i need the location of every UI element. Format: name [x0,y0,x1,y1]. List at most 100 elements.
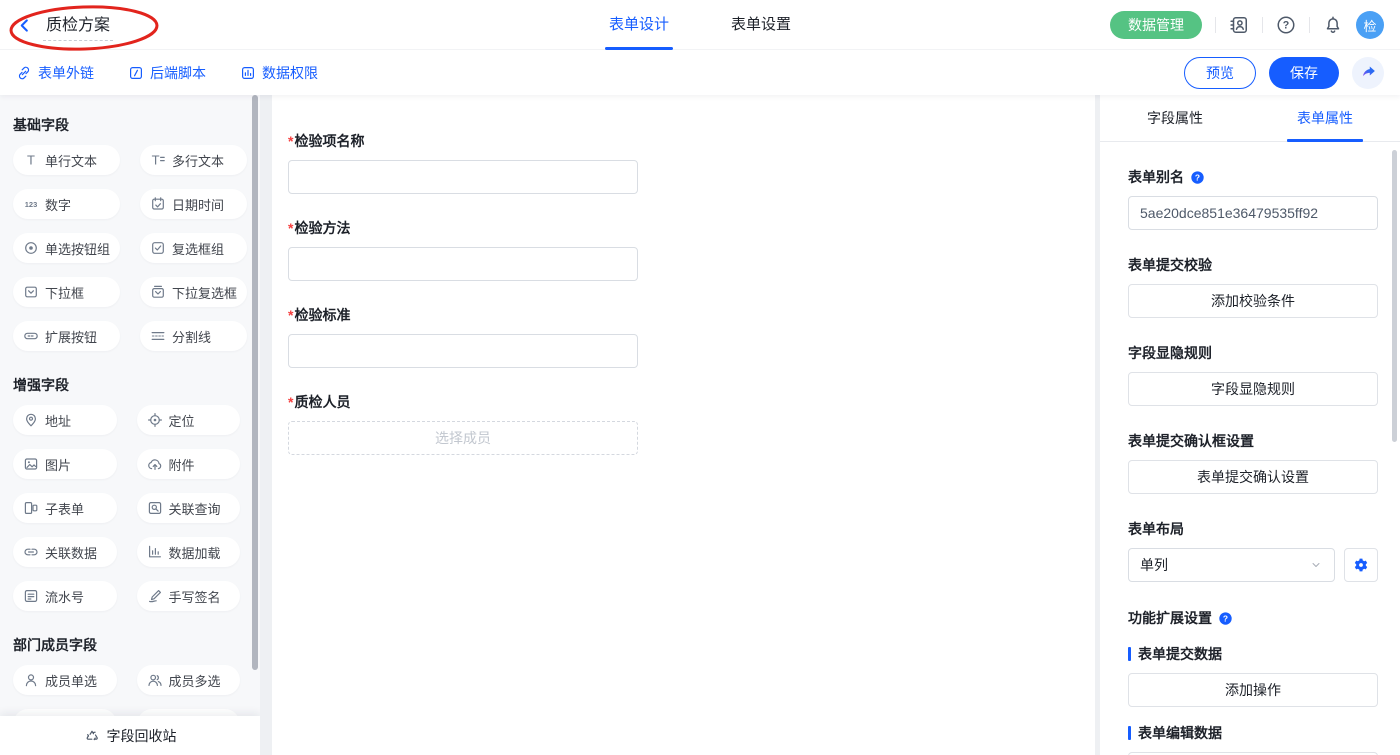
panel-section-button[interactable]: 表单提交确认设置 [1128,460,1378,494]
panel-tab-0[interactable]: 字段属性 [1100,95,1250,141]
field-pill-image[interactable]: 图片 [13,449,117,479]
field-label: *检验项名称 [288,131,638,151]
field-pill-lookup[interactable]: 关联查询 [137,493,241,523]
divider-icon [150,328,166,344]
form-field[interactable]: *检验项名称 [288,131,638,194]
toolbar-link-script[interactable]: 后端脚本 [128,63,206,83]
panel-body: 表单别名? 表单提交校验 添加校验条件字段显隐规则 字段显隐规则表单提交确认框设… [1100,167,1400,755]
palette-section-title: 基础字段 [13,115,240,135]
back-icon[interactable] [16,17,33,34]
lookup-icon [147,500,163,516]
field-pill-select[interactable]: 下拉框 [13,277,120,307]
form-toolbar: 表单外链 后端脚本 数据权限 预览 保存 [0,50,1400,95]
multiselect-icon [150,284,166,300]
field-pill-label: 子表单 [45,499,84,518]
contacts-icon[interactable] [1229,15,1249,35]
svg-text:T: T [152,152,160,167]
select-icon [23,284,39,300]
field-pill-label: 成员单选 [45,671,97,690]
header-tab-0[interactable]: 表单设计 [609,0,669,50]
add-action-button[interactable]: 添加操作 [1128,673,1378,707]
form-alias-input[interactable] [1128,196,1378,230]
svg-text:?: ? [1283,20,1289,32]
bell-icon[interactable] [1323,15,1343,35]
form-field[interactable]: *检验方法 [288,218,638,281]
data-manage-button[interactable]: 数据管理 [1110,11,1202,39]
form-alias-label: 表单别名? [1128,167,1378,187]
extend-icon [23,328,39,344]
share-icon [1360,64,1377,81]
subform-icon [23,500,39,516]
toolbar-link-permission[interactable]: 数据权限 [240,63,318,83]
layout-select[interactable]: 单列 [1128,548,1335,582]
field-pill-serial[interactable]: 流水号 [13,581,117,611]
layout-gear-button[interactable] [1344,548,1378,582]
text-input[interactable] [288,247,638,281]
field-pill-linkdata[interactable]: 关联数据 [13,537,117,567]
save-button[interactable]: 保存 [1269,57,1339,89]
serial-icon [23,588,39,604]
field-pill-multiselect[interactable]: 下拉复选框 [140,277,247,307]
field-pill-extend[interactable]: 扩展按钮 [13,321,120,351]
field-pill-single-text[interactable]: T单行文本 [13,145,120,175]
panel-scrollbar[interactable] [1392,150,1397,442]
field-pill-label: 手写签名 [169,587,221,606]
field-pill-address[interactable]: 地址 [13,405,117,435]
recycle-label: 字段回收站 [107,726,177,746]
field-pill-member-single[interactable]: 成员单选 [13,665,117,695]
panel-tab-1[interactable]: 表单属性 [1250,95,1400,141]
toolbar-link-link[interactable]: 表单外链 [16,63,94,83]
panel-section-button[interactable]: 添加校验条件 [1128,284,1378,318]
member-picker[interactable]: 选择成员 [288,421,638,455]
properties-panel: 字段属性表单属性 表单别名? 表单提交校验 添加校验条件字段显隐规则 字段显隐规… [1100,95,1400,755]
field-pill-subform[interactable]: 子表单 [13,493,117,523]
header-tabs: 表单设计 表单设置 [609,0,791,50]
required-asterisk: * [288,133,293,149]
field-pill-label: 扩展按钮 [45,327,97,346]
field-pill-label: 数据加载 [169,543,221,562]
radio-icon [23,240,39,256]
preview-button[interactable]: 预览 [1184,57,1256,89]
field-pill-dataload[interactable]: 数据加载 [137,537,241,567]
field-recycle-bin[interactable]: 字段回收站 [0,716,260,755]
field-pill-label: 分割线 [172,327,211,346]
panel-section-button[interactable]: 字段显隐规则 [1128,372,1378,406]
field-pill-divider[interactable]: 分割线 [140,321,247,351]
avatar[interactable]: 检 [1356,11,1384,39]
form-layout-label: 表单布局 [1128,519,1378,539]
field-pill-number[interactable]: 123数字 [13,189,120,219]
image-icon [23,456,39,472]
field-pill-member-multi[interactable]: 成员多选 [137,665,241,695]
divider [1215,17,1216,33]
form-field[interactable]: *质检人员选择成员 [288,392,638,455]
field-label: *质检人员 [288,392,638,412]
field-pill-checkbox[interactable]: 复选框组 [140,233,247,263]
form-design-canvas[interactable]: *检验项名称 *检验方法 *检验标准 *质检人员选择成员 [272,95,1095,755]
form-field[interactable]: *检验标准 [288,305,638,368]
palette-grid: 地址定位图片附件子表单 关联查询关联数据 数据加载流水号 手写签名 [13,405,240,611]
field-pill-locate[interactable]: 定位 [137,405,241,435]
share-button[interactable] [1352,57,1384,89]
field-pill-label: 流水号 [45,587,84,606]
field-pill-datetime[interactable]: 日期时间 [140,189,247,219]
field-pill-radio[interactable]: 单选按钮组 [13,233,120,263]
question-filled-icon: ? [1190,170,1205,185]
field-pill-label: 单选按钮组 [45,239,110,258]
multi-text-icon: T [150,152,166,168]
extension-settings-label: 功能扩展设置? [1128,608,1378,628]
toolbar-actions: 预览 保存 [1184,57,1384,89]
page-title[interactable]: 质检方案 [43,10,113,41]
field-pill-signature[interactable]: 手写签名 [137,581,241,611]
field-pill-label: 关联查询 [169,499,221,518]
single-text-icon: T [23,152,39,168]
help-icon[interactable]: ? [1276,15,1296,35]
main-area: 基础字段 T单行文本 T多行文本 123数字日期时间单选按钮组 复选框组下拉框下拉复选框… [0,95,1400,755]
text-input[interactable] [288,334,638,368]
header-tab-1[interactable]: 表单设置 [731,0,791,50]
text-input[interactable] [288,160,638,194]
field-pill-attachment[interactable]: 附件 [137,449,241,479]
field-pill-multi-text[interactable]: T多行文本 [140,145,247,175]
palette-section-title: 增强字段 [13,375,240,395]
field-pill-label: 成员多选 [169,671,221,690]
sidebar-scrollbar[interactable] [252,95,258,670]
